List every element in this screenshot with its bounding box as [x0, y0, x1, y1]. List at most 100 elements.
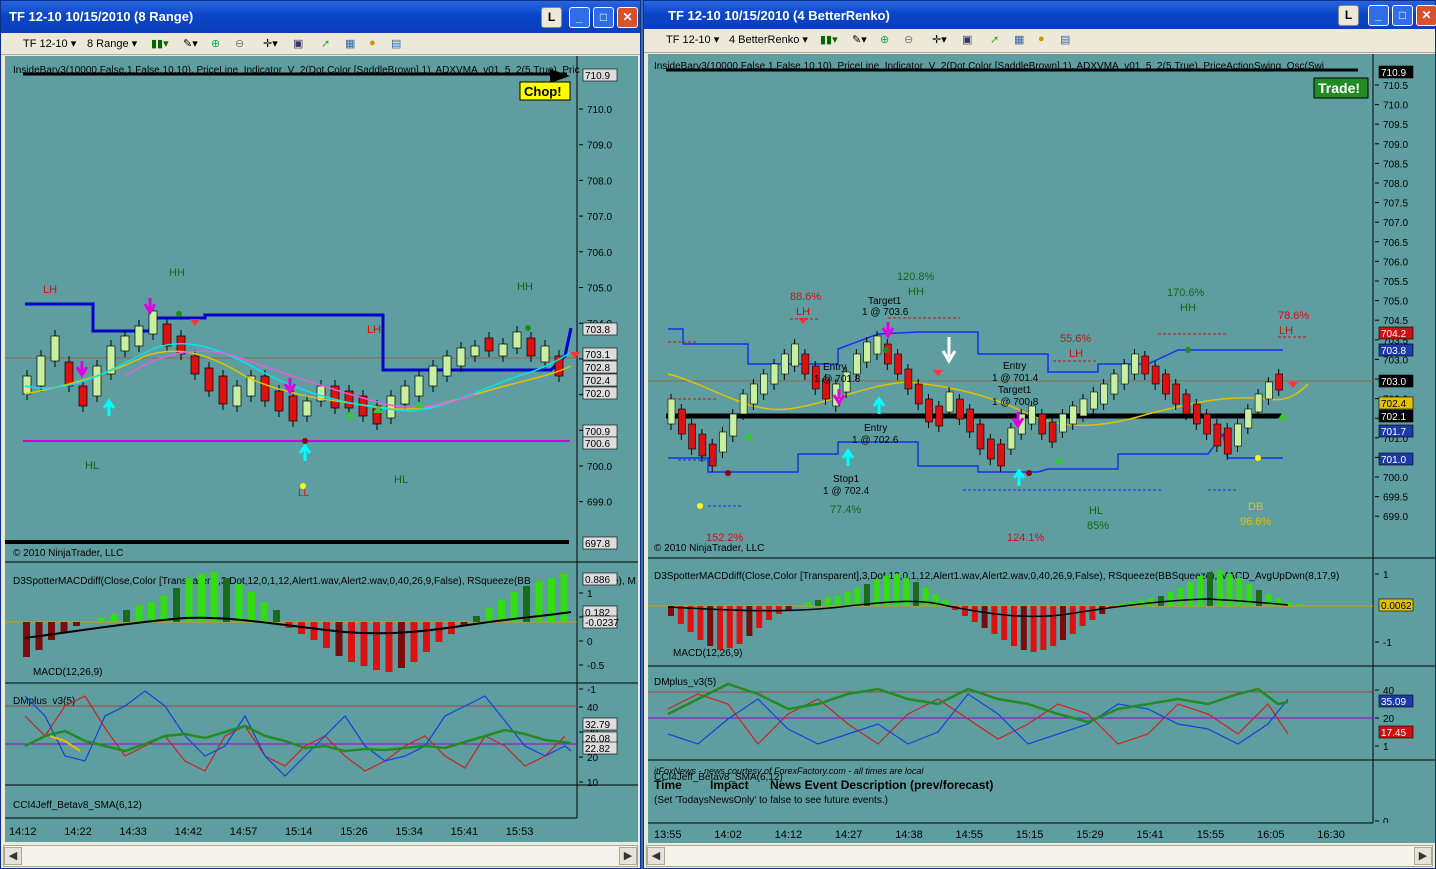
- annotation-stop1_v: 1 @ 702.4: [823, 486, 870, 497]
- link-button[interactable]: L: [1338, 5, 1359, 26]
- annotation-hh1: HH: [908, 286, 924, 298]
- link-button[interactable]: L: [541, 7, 562, 28]
- annotation-pct_78: 78.6%: [1278, 310, 1309, 322]
- zoom-out-icon[interactable]: ⊖: [904, 33, 913, 46]
- dm-tick: 10: [587, 778, 599, 789]
- price-box: 703.8: [1381, 346, 1406, 357]
- left-chart-canvas[interactable]: LH HH HH LH HL HL LL InsideBarv3(10000,F…: [5, 56, 638, 842]
- annotation-hh2: HH: [1180, 302, 1196, 314]
- time-label: 15:34: [395, 826, 423, 838]
- right-indicator-header: InsideBarv3(10000,False,1,False,10,10), …: [654, 61, 1324, 72]
- macd-tick: 1: [1383, 570, 1389, 581]
- annotation-target1a_v: 1 @ 703.6: [862, 307, 909, 318]
- right-dm-header: DMplus_v3(5): [654, 677, 716, 688]
- data-box-icon[interactable]: ▤: [391, 37, 401, 50]
- crosshair-icon[interactable]: ✛▾: [263, 37, 278, 50]
- left-title-bar[interactable]: TF 12-10 10/15/2010 (8 Range) L _ □ ✕: [1, 1, 640, 33]
- right-title-bar[interactable]: TF 12-10 10/15/2010 (4 BetterRenko) L _ …: [644, 1, 1436, 29]
- left-horizontal-scrollbar[interactable]: ◀ ▶: [3, 845, 638, 867]
- maximize-button[interactable]: □: [1392, 5, 1413, 26]
- time-label: 14:12: [9, 826, 37, 838]
- price-tick: 710.5: [1383, 81, 1408, 92]
- price-tick: 705.0: [587, 284, 612, 295]
- properties-icon[interactable]: ▣: [293, 37, 303, 50]
- price-box: 702.4: [1381, 399, 1406, 410]
- dm-box: 35.09: [1381, 697, 1406, 708]
- draw-tool-icon[interactable]: ✎▾: [183, 37, 198, 50]
- dm-box: 22.82: [585, 744, 610, 755]
- annotation-entry3_v: 1 @ 701.4: [992, 373, 1039, 384]
- time-label: 15:53: [506, 826, 534, 838]
- zoom-in-icon[interactable]: ⊕: [880, 33, 889, 46]
- left-chart-panel[interactable]: LH HH HH LH HL HL LL InsideBarv3(10000,F…: [5, 56, 638, 842]
- annotation-hl-1: HL: [85, 460, 99, 472]
- scroll-left-icon[interactable]: ◀: [647, 847, 665, 865]
- draw-tool-icon[interactable]: ✎▾: [852, 33, 867, 46]
- scroll-left-icon[interactable]: ◀: [4, 847, 22, 865]
- macd-tick: -1: [1383, 638, 1392, 649]
- left-macd-label: MACD(12,26,9): [33, 667, 102, 678]
- price-tick: 706.0: [587, 248, 612, 259]
- time-label: 15:41: [1136, 829, 1164, 841]
- price-box: 710.9: [1381, 68, 1406, 79]
- price-box: 700.9: [585, 427, 610, 438]
- annotation-entry2_v: 1 @ 702.6: [852, 435, 899, 446]
- annotation-target1b: Target1: [998, 385, 1032, 396]
- dm-tick: 1: [1383, 742, 1389, 753]
- zoom-in-icon[interactable]: ⊕: [211, 37, 220, 50]
- right-chart-panel[interactable]: 88.6% LH 120.8% HH 55.6% LH 170.6% HH 78.6% LH 152…: [648, 54, 1435, 843]
- instrument-selector[interactable]: TF 12-10 ▾: [23, 37, 76, 50]
- bar-type-icon[interactable]: ▮▮▾: [151, 37, 169, 50]
- strategy-icon[interactable]: ➚: [321, 37, 330, 50]
- time-label: 14:22: [64, 826, 92, 838]
- annotation-target1a: Target1: [868, 296, 902, 307]
- scroll-right-icon[interactable]: ▶: [1414, 847, 1432, 865]
- minimize-button[interactable]: _: [569, 7, 590, 28]
- time-label: 14:38: [895, 829, 923, 841]
- price-tick: 700.0: [587, 462, 612, 473]
- maximize-button[interactable]: □: [593, 7, 614, 28]
- scroll-right-icon[interactable]: ▶: [619, 847, 637, 865]
- right-horizontal-scrollbar[interactable]: ◀ ▶: [646, 845, 1433, 867]
- time-label: 15:26: [340, 826, 368, 838]
- coin-icon[interactable]: ●: [369, 37, 376, 49]
- macd-box: 0.0062: [1381, 601, 1412, 612]
- price-tick: 705.0: [1383, 297, 1408, 308]
- strategy-icon[interactable]: ➚: [990, 33, 999, 46]
- annotation-db: DB: [1248, 501, 1263, 513]
- price-box: 700.6: [585, 439, 610, 450]
- annotation-lh1: LH: [796, 306, 810, 318]
- dm-tick: 20: [1383, 714, 1395, 725]
- right-chart-canvas[interactable]: 88.6%LH120.8%HH55.6%LH170.6%HH78.6%LH152…: [648, 54, 1435, 843]
- close-button[interactable]: ✕: [617, 7, 638, 28]
- price-tick: 708.0: [1383, 179, 1408, 190]
- left-cci-header: CCI4Jeff_Betav8_SMA(6,12): [13, 800, 142, 811]
- price-tick: 700.0: [1383, 473, 1408, 484]
- close-button[interactable]: ✕: [1416, 5, 1436, 26]
- annotation-ll: LL: [298, 488, 310, 499]
- price-box: 703.8: [585, 325, 610, 336]
- right-chart-window: TF 12-10 10/15/2010 (4 BetterRenko) L _ …: [643, 0, 1436, 869]
- price-tick: 710.0: [587, 105, 612, 116]
- time-label: 13:55: [654, 829, 682, 841]
- bar-type-icon[interactable]: ▮▮▾: [820, 33, 838, 46]
- news-col-time: Time: [654, 778, 682, 792]
- time-label: 15:15: [1016, 829, 1044, 841]
- crosshair-icon[interactable]: ✛▾: [932, 33, 947, 46]
- time-label: 15:29: [1076, 829, 1104, 841]
- price-box: 703.1: [585, 350, 610, 361]
- trade-badge: Trade!: [1318, 80, 1360, 96]
- period-selector[interactable]: 4 BetterRenko ▾: [729, 33, 808, 46]
- period-selector[interactable]: 8 Range ▾: [87, 37, 137, 50]
- zoom-out-icon[interactable]: ⊖: [235, 37, 244, 50]
- coin-icon[interactable]: ●: [1038, 33, 1045, 45]
- data-box-icon[interactable]: ▤: [1060, 33, 1070, 46]
- price-box: 703.0: [1381, 377, 1406, 388]
- chart-style-icon[interactable]: ▦: [345, 37, 355, 50]
- properties-icon[interactable]: ▣: [962, 33, 972, 46]
- minimize-button[interactable]: _: [1368, 5, 1389, 26]
- chart-style-icon[interactable]: ▦: [1014, 33, 1024, 46]
- price-tick: 704.5: [1383, 316, 1408, 327]
- instrument-selector[interactable]: TF 12-10 ▾: [666, 33, 719, 46]
- macd-tick: 1: [587, 589, 593, 600]
